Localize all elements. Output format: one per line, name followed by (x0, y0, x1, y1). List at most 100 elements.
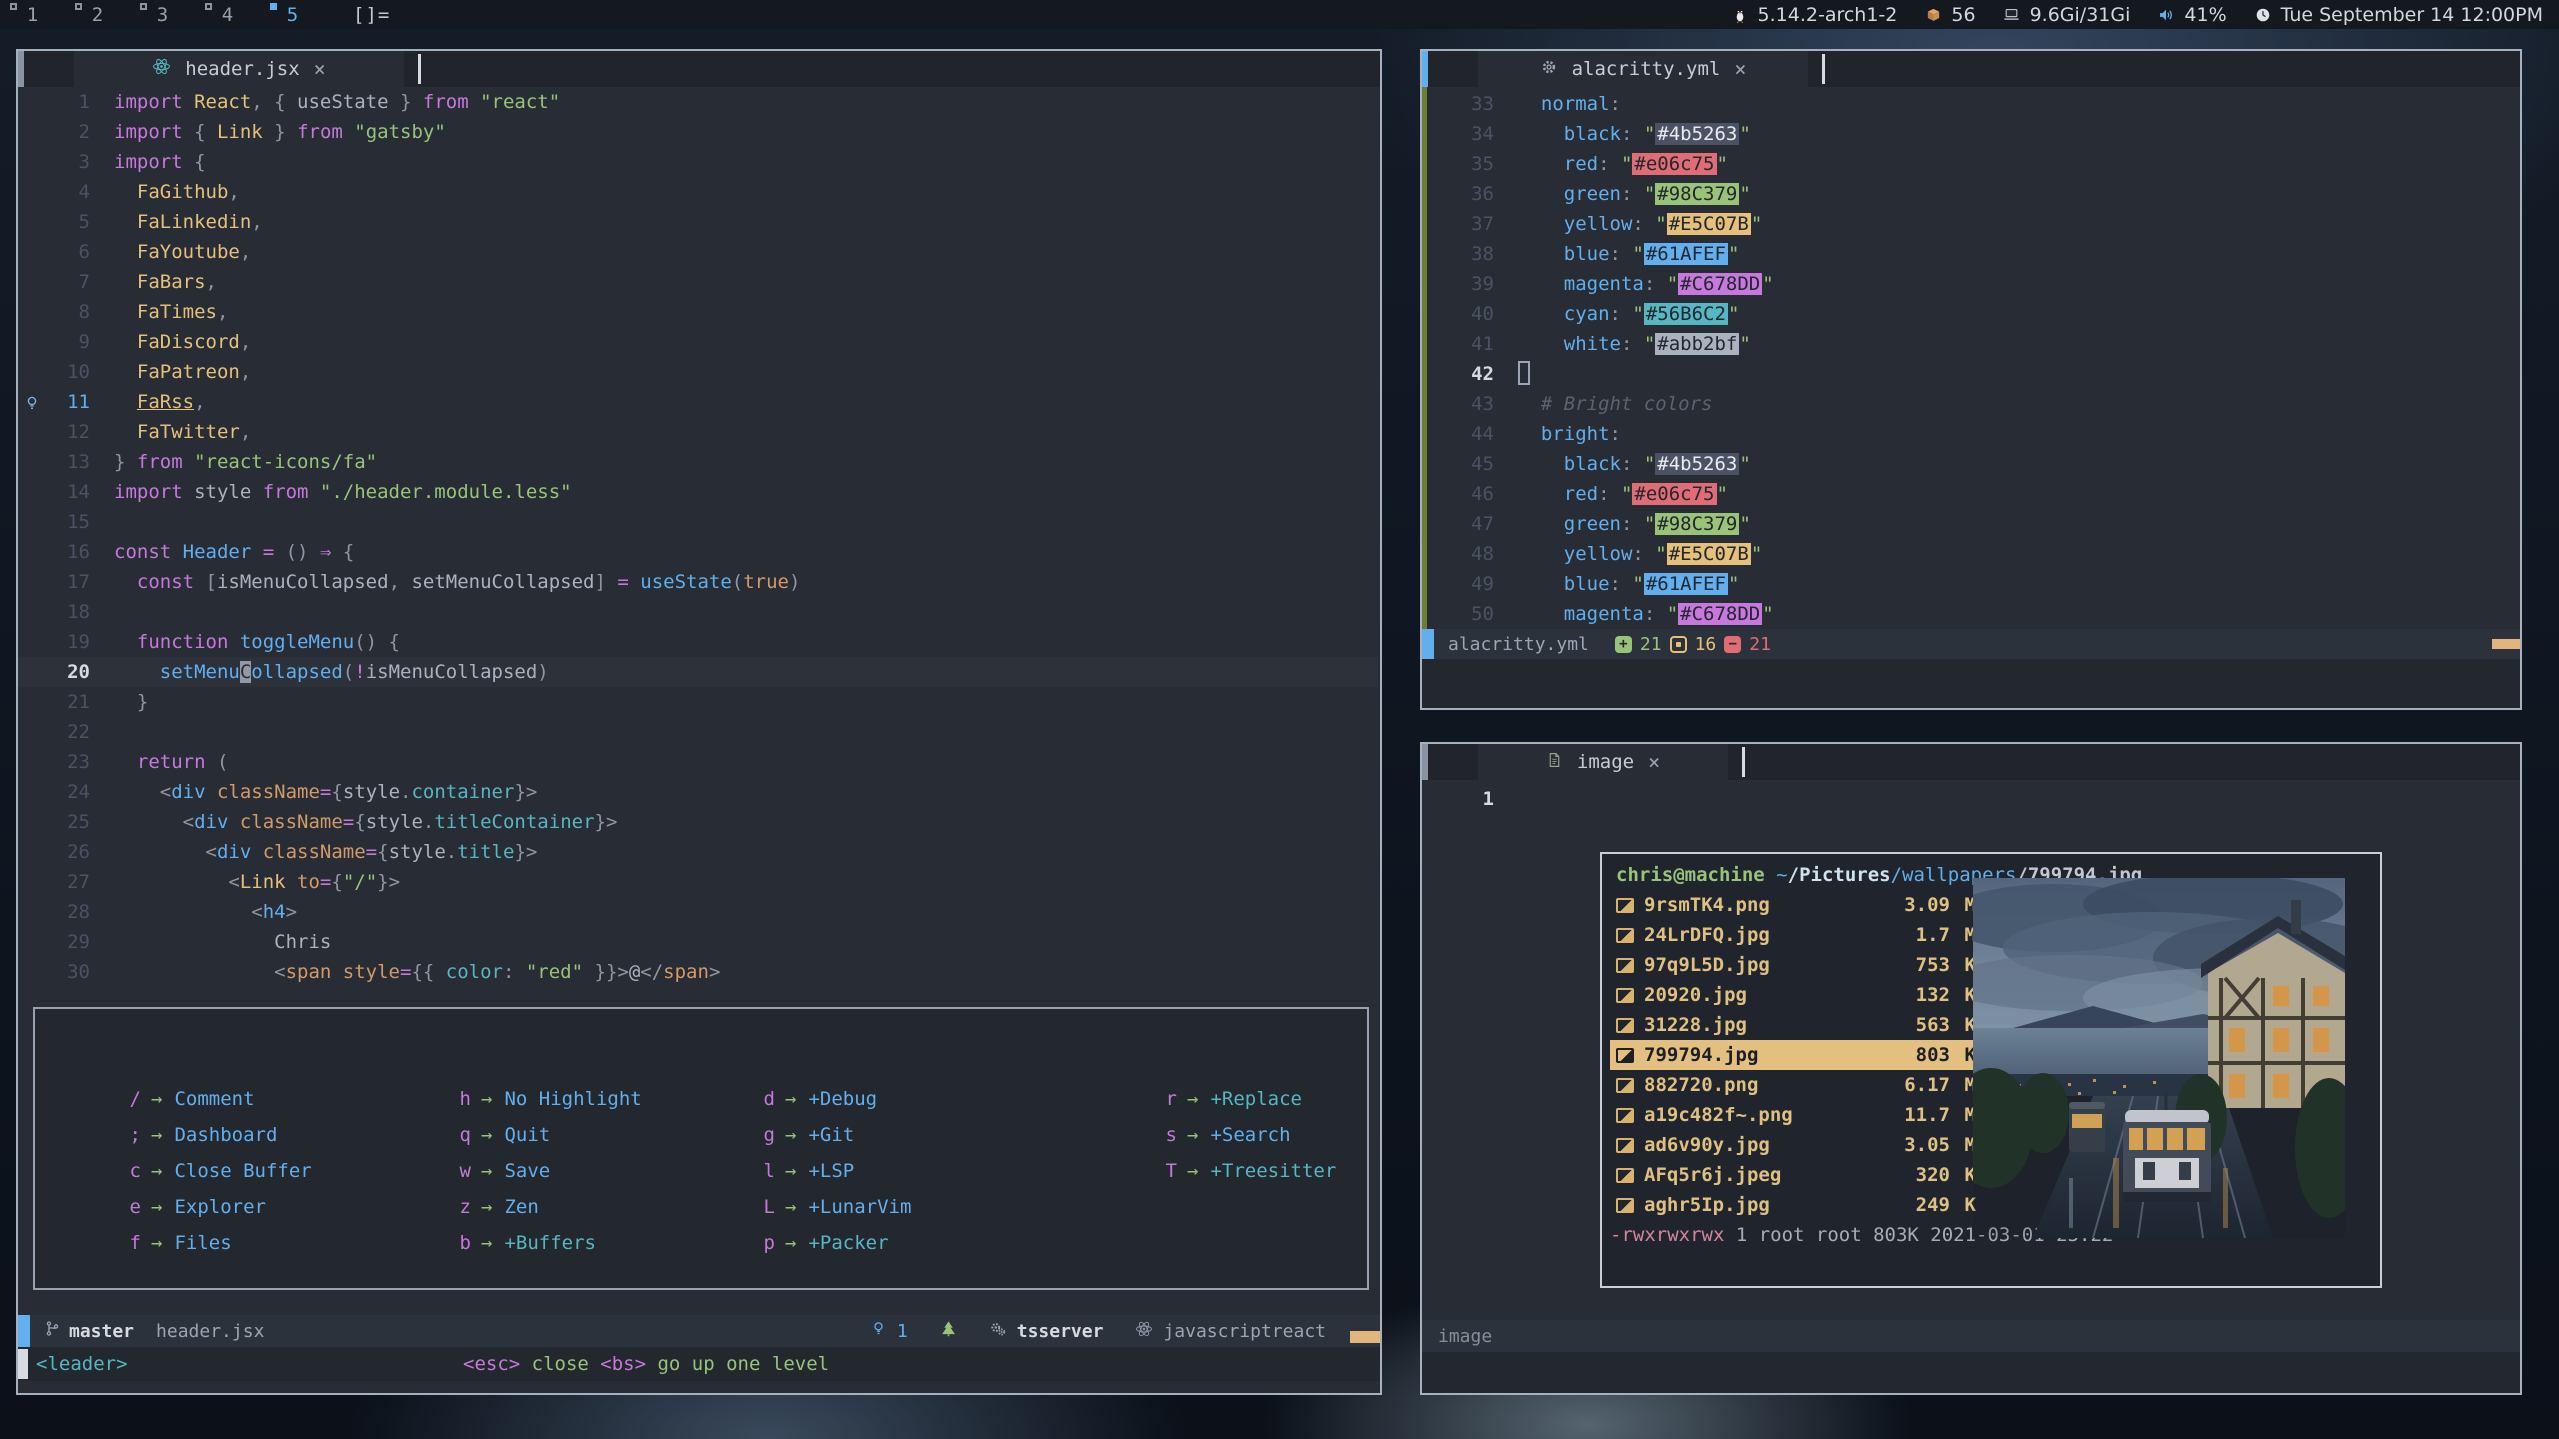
whichkey-popup: /→Comment;→Dashboardc→Close Buffere→Expl… (33, 1007, 1369, 1290)
tab-header-jsx[interactable]: header.jsx × (74, 51, 404, 87)
whichkey-binding-z[interactable]: z→Zen (453, 1189, 642, 1225)
diagnostic-count: 1 (897, 1321, 908, 1342)
whichkey-binding-d[interactable]: d→+Debug (757, 1081, 911, 1117)
whichkey-binding-T[interactable]: T→+Treesitter (1159, 1153, 1336, 1189)
code-line-41: 41white: "#abb2bf" (1422, 329, 2518, 359)
close-icon[interactable]: × (1648, 750, 1660, 774)
whichkey-binding-L[interactable]: L→+LunarVim (757, 1189, 911, 1225)
image-file-icon (1616, 928, 1634, 943)
code-line-47: 47green: "#98C379" (1422, 509, 2518, 539)
memory-icon (2002, 5, 2022, 25)
code-line-40: 40cyan: "#56B6C2" (1422, 299, 2518, 329)
file-row-799794.jpg[interactable]: 799794.jpg803K (1610, 1040, 1982, 1070)
whichkey-binding-h[interactable]: h→No Highlight (453, 1081, 642, 1117)
whichkey-binding-r[interactable]: r→+Replace (1159, 1081, 1336, 1117)
whichkey-binding-;[interactable]: ;→Dashboard (123, 1117, 312, 1153)
lightbulb-icon[interactable] (24, 390, 40, 420)
whichkey-binding-b[interactable]: b→+Buffers (453, 1225, 642, 1261)
code-line-16: 16const Header = () ⇒ { (18, 537, 1378, 567)
file-row-882720.png[interactable]: 882720.png6.17M (1610, 1070, 1982, 1100)
whichkey-binding-g[interactable]: g→+Git (757, 1117, 911, 1153)
diff-changed-icon (1670, 636, 1687, 653)
code-line-11: 11FaRss, (18, 387, 1378, 417)
code-line-45: 45black: "#4b5263" (1422, 449, 2518, 479)
command-line[interactable]: <leader> <esc> close <bs> go up one leve… (18, 1347, 1380, 1381)
file-row-20920.jpg[interactable]: 20920.jpg132K (1610, 980, 1982, 1010)
whichkey-binding-e[interactable]: e→Explorer (123, 1189, 312, 1225)
image-file-icon (1616, 1168, 1634, 1183)
statusline-filename: header.jsx (156, 1321, 264, 1342)
statusline: image (1422, 1320, 2520, 1352)
workspace-list: 12345 (0, 0, 325, 29)
statusline: alacritty.yml + 21 16 − 21 (1422, 629, 2520, 659)
whichkey-binding-s[interactable]: s→+Search (1159, 1117, 1336, 1153)
code-line-35: 35red: "#e06c75" (1422, 149, 2518, 179)
file-row-ad6v90y.jpg[interactable]: ad6v90y.jpg3.05M (1610, 1130, 1982, 1160)
whichkey-binding-w[interactable]: w→Save (453, 1153, 642, 1189)
diff-changed-count: 16 (1695, 634, 1717, 655)
workspace-2[interactable]: 2 (65, 0, 130, 29)
code-line-28: 28<h4> (18, 897, 1378, 927)
file-manager-preview: chris@machine ~/Pictures/wallpapers/7997… (1600, 852, 2382, 1288)
code-line-6: 6FaYoutube, (18, 237, 1378, 267)
image-file-icon (1616, 1018, 1634, 1033)
file-row-9rsmTK4.png[interactable]: 9rsmTK4.png3.09M (1610, 890, 1982, 920)
git-branch-icon (44, 1320, 61, 1342)
layout-symbol[interactable]: []= (353, 4, 390, 26)
code-line-24: 24<div className={style.container}> (18, 777, 1378, 807)
tabline-marker (18, 51, 24, 87)
whichkey-binding-q[interactable]: q→Quit (453, 1117, 642, 1153)
code-line-34: 34black: "#4b5263" (1422, 119, 2518, 149)
workspace-3[interactable]: 3 (130, 0, 195, 29)
cmdline-cursor (18, 1349, 28, 1379)
git-branch[interactable]: master (69, 1321, 134, 1342)
hint-description: close (520, 1353, 600, 1375)
tab-image[interactable]: image × (1478, 744, 1728, 780)
status-segments: 5.14.2-arch1-2569.6Gi/31Gi41%Tue Septemb… (1730, 4, 2559, 26)
close-icon[interactable]: × (1734, 57, 1746, 81)
file-row-24LrDFQ.jpg[interactable]: 24LrDFQ.jpg1.7M (1610, 920, 1982, 950)
code-line-10: 10FaPatreon, (18, 357, 1378, 387)
code-line-43: 43# Bright colors (1422, 389, 2518, 419)
file-row-97q9L5D.jpg[interactable]: 97q9L5D.jpg753K (1610, 950, 1982, 980)
file-row-a19c482f~.png[interactable]: a19c482f~.png11.7M (1610, 1100, 1982, 1130)
code-line-13: 13} from "react-icons/fa" (18, 447, 1378, 477)
code-line-20: 20setMenuCollapsed(!isMenuCollapsed) (18, 657, 1378, 687)
diff-added-count: 21 (1640, 634, 1662, 655)
statusline-filename: image (1438, 1326, 1492, 1347)
whichkey-binding-f[interactable]: f→Files (123, 1225, 312, 1261)
whichkey-binding-p[interactable]: p→+Packer (757, 1225, 911, 1261)
workspace-5[interactable]: 5 (260, 0, 325, 29)
file-icon (1546, 751, 1563, 774)
code-line-12: 12FaTwitter, (18, 417, 1378, 447)
whichkey-column: /→Comment;→Dashboardc→Close Buffere→Expl… (123, 1081, 312, 1261)
workspace-4[interactable]: 4 (195, 0, 260, 29)
code-line-25: 25<div className={style.titleContainer}> (18, 807, 1378, 837)
code-line-15: 15 (18, 507, 1378, 537)
tabline: header.jsx × (18, 51, 1380, 87)
code-line-3: 3import { (18, 147, 1378, 177)
file-row-aghr5Ip.jpg[interactable]: aghr5Ip.jpg249K (1610, 1190, 1982, 1220)
image-file-icon (1616, 988, 1634, 1003)
whichkey-column: h→No Highlightq→Quitw→Savez→Zenb→+Buffer… (453, 1081, 642, 1261)
file-row-31228.jpg[interactable]: 31228.jpg563K (1610, 1010, 1982, 1040)
code-line-21: 21} (18, 687, 1378, 717)
keybind-hints: <esc> close <bs> go up one level (463, 1353, 829, 1375)
code-line-33: 33normal: (1422, 89, 2518, 119)
file-row-AFq5r6j.jpeg[interactable]: AFq5r6j.jpeg320K (1610, 1160, 1982, 1190)
status-volume: 41% (2156, 4, 2226, 26)
code-line-14: 14import style from "./header.module.les… (18, 477, 1378, 507)
filetype-react-icon (1135, 1320, 1153, 1343)
close-icon[interactable]: × (314, 57, 326, 81)
painting-san-francisco (1973, 878, 2345, 1238)
diff-added-icon: + (1615, 636, 1632, 653)
whichkey-binding-l[interactable]: l→+LSP (757, 1153, 911, 1189)
tabline-cursor (1822, 54, 1825, 84)
whichkey-binding-/[interactable]: /→Comment (123, 1081, 312, 1117)
workspace-indicator (75, 3, 82, 10)
whichkey-binding-c[interactable]: c→Close Buffer (123, 1153, 312, 1189)
statusline: master header.jsx 1 tsserver javascriptr… (18, 1315, 1380, 1347)
image-file-icon (1616, 1198, 1634, 1213)
workspace-1[interactable]: 1 (0, 0, 65, 29)
tab-alacritty-yml[interactable]: alacritty.yml × (1478, 51, 1808, 87)
